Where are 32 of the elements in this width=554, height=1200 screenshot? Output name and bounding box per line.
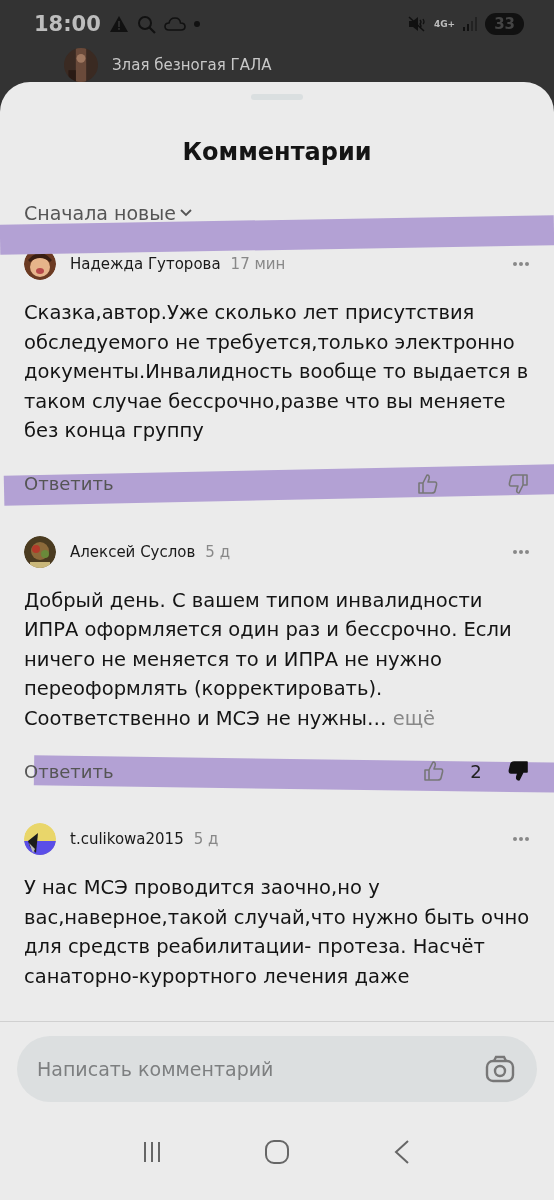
notification-dot-icon bbox=[193, 21, 200, 27]
comment-text: Сказка,автор.Уже сколько лет присутствия обследуемого не требуется,только электронно документы.Инвалидность вообще то выдается в таком случае бессрочно,разве что вы меняете без конца группу bbox=[24, 300, 530, 444]
more-options-icon[interactable] bbox=[512, 836, 530, 842]
comment-input[interactable]: Написать комментарий bbox=[17, 1036, 537, 1102]
chevron-icon bbox=[179, 209, 192, 217]
more-options-icon[interactable] bbox=[512, 261, 530, 267]
warning-icon bbox=[108, 15, 129, 33]
author-name[interactable]: t.culikowa2015 bbox=[70, 830, 184, 848]
comment-text: Добрый день. С вашем типом инвалидности ИПРА оформляется один раз и бессрочно. Если ничего не меняется то и ИПРА не нужно переоформлять (корректировать). Соответственно и МСЭ не нужны… ещё bbox=[24, 587, 513, 732]
network-type: 4G+ bbox=[433, 19, 456, 29]
camera-icon[interactable] bbox=[485, 1055, 515, 1083]
author-name[interactable]: Алексей Суслов bbox=[70, 542, 196, 561]
page-title: Злая безногая ГАЛА bbox=[112, 56, 272, 74]
signal-icon bbox=[463, 17, 478, 31]
more-options-icon[interactable] bbox=[512, 548, 530, 555]
thumbs-down-icon[interactable] bbox=[506, 759, 530, 783]
thumbs-up-icon[interactable] bbox=[422, 759, 446, 783]
vote-count: 2 bbox=[469, 760, 483, 782]
author-name[interactable]: Надежда Гуторова bbox=[70, 255, 221, 273]
comment-time: 5 д bbox=[205, 542, 231, 561]
comment-time: 17 мин bbox=[230, 255, 286, 273]
home-icon[interactable] bbox=[263, 1138, 291, 1166]
mute-icon bbox=[407, 16, 426, 32]
search-icon bbox=[136, 14, 156, 34]
thumbs-down-icon[interactable] bbox=[506, 471, 530, 496]
comment-text: У нас МСЭ проводится заочно,но у вас,наверное,такой случай,что нужно быть очно для средств реабилитации- протеза. Насчёт санаторно-курортного лечения даже bbox=[24, 875, 530, 990]
cloud-icon bbox=[163, 17, 186, 31]
thumbs-up-icon[interactable] bbox=[416, 471, 440, 496]
status-time: 18:00 bbox=[34, 12, 101, 36]
sheet-title: Комментарии bbox=[181, 138, 373, 166]
sort-dropdown[interactable]: Сначала новые bbox=[24, 202, 192, 224]
comment-time: 5 д bbox=[193, 830, 219, 848]
